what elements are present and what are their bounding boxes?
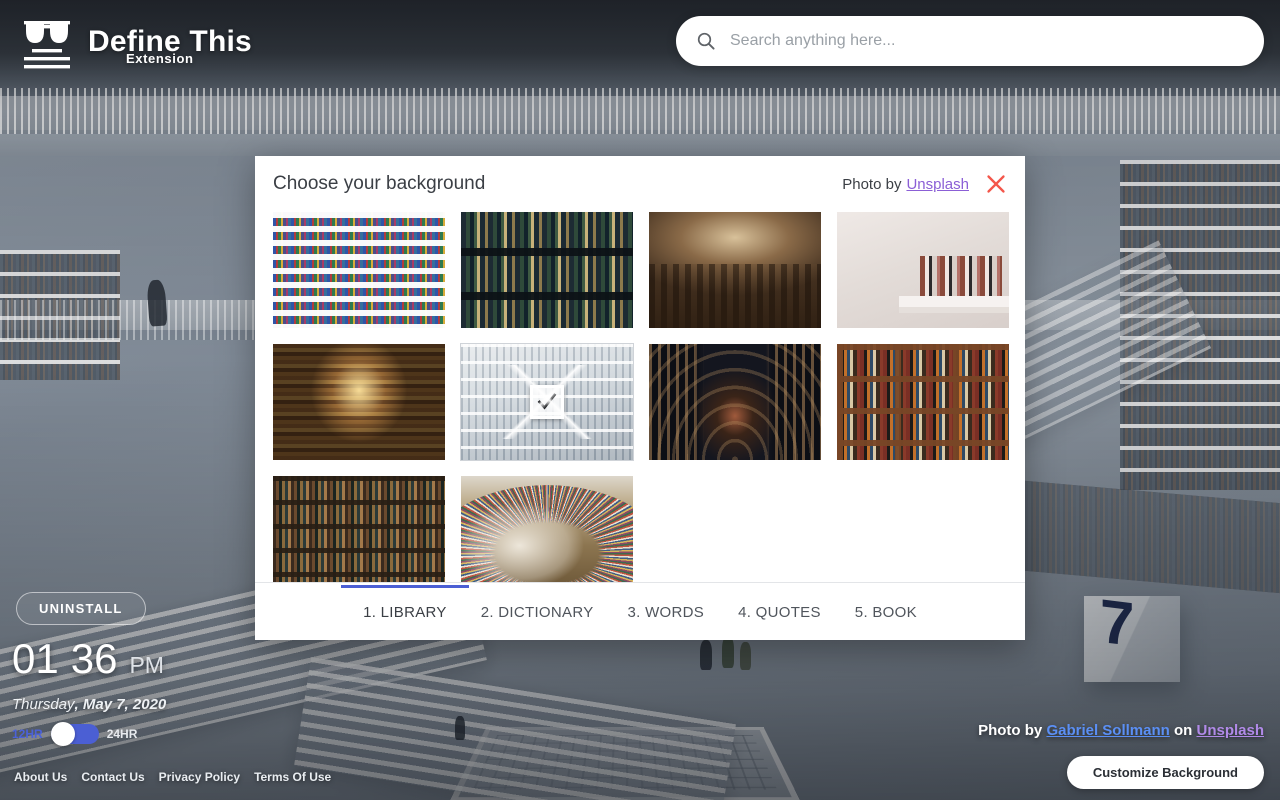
footer-links: About Us Contact Us Privacy Policy Terms Of… [14, 770, 331, 784]
background-thumbnail-modern-white-library-atrium[interactable] [460, 343, 634, 461]
footer-link-privacy-policy[interactable]: Privacy Policy [159, 770, 240, 784]
choose-background-modal: Choose your background Photo by Unsplash… [255, 156, 1025, 640]
close-icon[interactable] [983, 171, 1009, 197]
background-thumbnail-reader-among-book-stacks[interactable] [273, 344, 445, 460]
footer-link-contact-us[interactable]: Contact Us [81, 770, 144, 784]
photo-author-link[interactable]: Gabriel Sollmann [1046, 722, 1169, 739]
unsplash-link[interactable]: Unsplash [906, 176, 969, 193]
search-input[interactable] [730, 32, 1230, 50]
search-bar[interactable] [676, 16, 1264, 66]
search-icon [696, 31, 716, 51]
new-tab-page: 7 Define This Extension [0, 0, 1280, 800]
background-thumbnail-curved-spiral-library[interactable] [461, 476, 633, 582]
open-book-glasses-icon [18, 13, 76, 71]
background-photo-credit: Photo by Gabriel Sollmann on Unsplash [978, 722, 1264, 739]
tab-book[interactable]: 5. BOOK [851, 586, 921, 637]
photo-site-link[interactable]: Unsplash [1196, 722, 1264, 739]
date-rest: , May 7, 2020 [74, 696, 167, 713]
customize-background-button[interactable]: Customize Background [1066, 756, 1264, 789]
footer-link-about-us[interactable]: About Us [14, 770, 67, 784]
background-thumbnail-grid [273, 212, 1009, 582]
time-format-24-label: 24HR [106, 727, 138, 741]
brand-logo[interactable]: Define This Extension [18, 13, 252, 71]
time-format-switch-knob[interactable] [50, 722, 75, 746]
background-thumbnail-wooden-bookcase-classics[interactable] [837, 344, 1009, 460]
tab-library[interactable]: 1. LIBRARY [341, 585, 469, 637]
background-gallery-scroll[interactable] [255, 212, 1025, 582]
background-thumbnail-antique-leather-volumes[interactable] [461, 212, 633, 328]
tab-dictionary[interactable]: 2. DICTIONARY [477, 586, 598, 637]
date-weekday: Thursday [12, 696, 75, 713]
clock-widget: 01 36 PM [12, 638, 164, 680]
footer-link-terms-of-use[interactable]: Terms Of Use [254, 770, 331, 784]
clock-hours: 01 [12, 635, 59, 682]
background-thumbnail-vaulted-long-room-library[interactable] [649, 344, 821, 460]
tab-quotes[interactable]: 4. QUOTES [734, 586, 825, 637]
clock-minutes: 36 [70, 635, 118, 682]
background-thumbnail-dense-dark-bookshelves[interactable] [273, 476, 445, 582]
time-format-12-label: 12HR [12, 727, 43, 741]
time-format-switch[interactable] [50, 722, 99, 746]
background-thumbnail-minimal-white-bookshelf[interactable] [837, 212, 1009, 328]
credit-middle: on [1173, 722, 1193, 739]
credit-prefix: Photo by [978, 722, 1043, 739]
tab-words[interactable]: 3. WORDS [624, 586, 709, 637]
brand-subtitle: Extension [126, 51, 194, 66]
time-format-toggle[interactable]: 12HR 24HR [12, 722, 138, 746]
uninstall-button[interactable]: UNINSTALL [16, 592, 146, 625]
background-thumbnail-grand-reading-room[interactable] [649, 212, 821, 328]
modal-title: Choose your background [273, 173, 486, 194]
modal-credit-prefix: Photo by [842, 175, 902, 193]
modal-tab-bar: 1. LIBRARY 2. DICTIONARY 3. WORDS 4. QUOTES… [255, 582, 1025, 640]
top-bar: Define This Extension [0, 0, 1280, 84]
clock-meridiem: PM [129, 652, 164, 678]
background-thumbnail-white-shelves-colorful-books[interactable] [273, 212, 445, 328]
modal-photo-credit: Photo by Unsplash [842, 176, 969, 193]
date-display: Thursday, May 7, 2020 [12, 696, 166, 713]
selected-check-icon [530, 385, 564, 419]
modal-header: Choose your background Photo by Unsplash [255, 156, 1025, 212]
